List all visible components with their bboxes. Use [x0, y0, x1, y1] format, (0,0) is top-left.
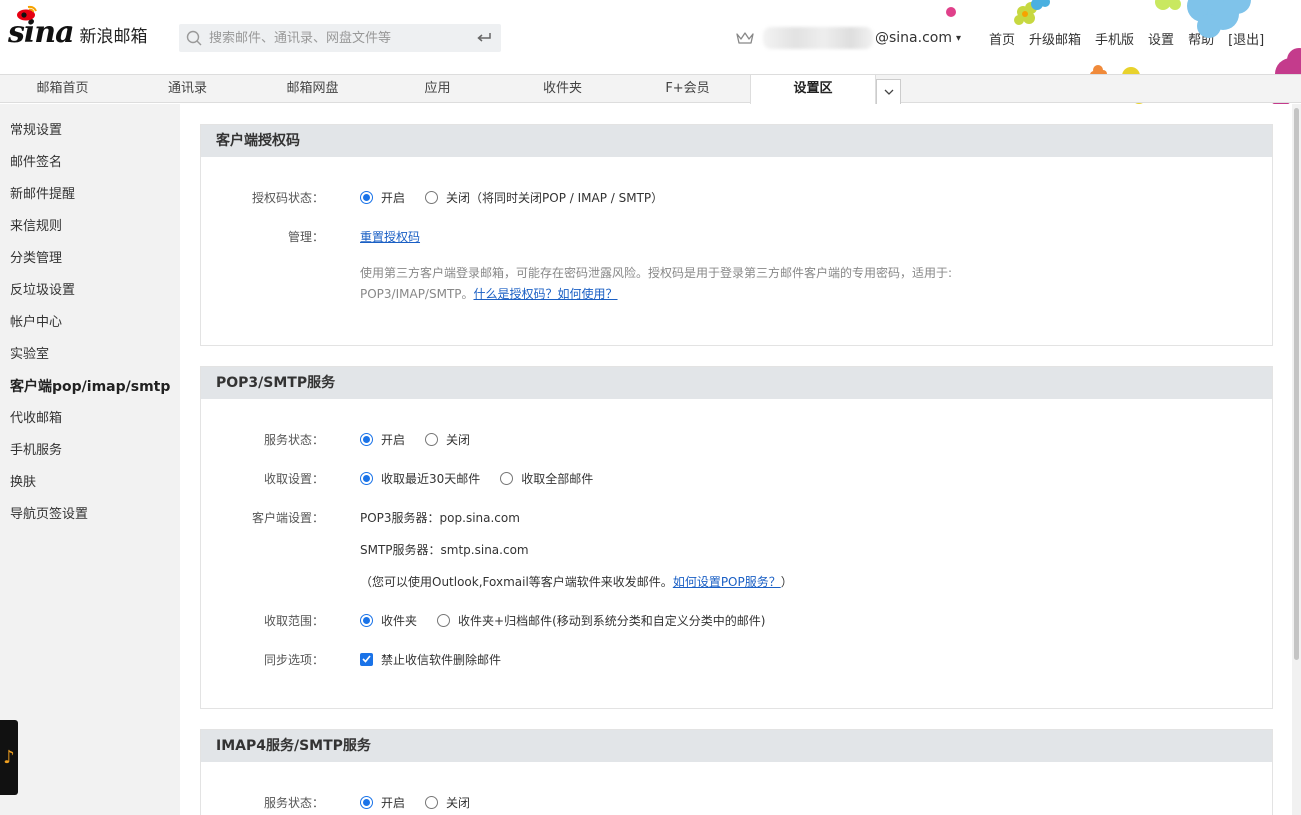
search-box[interactable]: [179, 24, 501, 52]
pop-service-label: 服务状态：: [263, 432, 324, 447]
link-settings[interactable]: 设置: [1148, 29, 1174, 48]
range-inbox-option[interactable]: 收件夹: [360, 612, 417, 629]
user-account[interactable]: @sina.com ▾: [735, 27, 961, 49]
imap-service-on-option[interactable]: 开启: [360, 794, 405, 811]
radio-off[interactable]: [425, 795, 439, 809]
tab-apps[interactable]: 应用: [375, 75, 500, 103]
imap-service-label: 服务状态：: [263, 795, 324, 810]
search-input[interactable]: [209, 24, 467, 52]
radio-on[interactable]: [360, 613, 373, 627]
section-title: IMAP4服务/SMTP服务: [201, 730, 1272, 762]
sina-logo[interactable]: sina 新浪邮箱: [8, 5, 148, 54]
sidebar-item-fetch-mailbox[interactable]: 代收邮箱: [0, 403, 180, 435]
tab-mail-home[interactable]: 邮箱首页: [0, 75, 125, 103]
scrollbar-thumb[interactable]: [1294, 108, 1299, 660]
link-logout[interactable]: [退出]: [1228, 29, 1264, 48]
tab-contacts[interactable]: 通讯录: [125, 75, 250, 103]
logo-wordmark: sina: [8, 5, 75, 50]
sidebar-item-general[interactable]: 常规设置: [0, 115, 180, 147]
sidebar-item-nav-tabs[interactable]: 导航页签设置: [0, 499, 180, 531]
reset-auth-code-link[interactable]: 重置授权码: [360, 228, 420, 245]
checkbox-checked[interactable]: [360, 652, 373, 666]
auth-note: 使用第三方客户端登录邮箱，可能存在密码泄露风险。授权码是用于登录第三方邮件客户端…: [360, 266, 953, 301]
smtp-server: SMTP服务器：smtp.sina.com: [360, 542, 529, 557]
enter-icon[interactable]: [467, 24, 501, 52]
header: sina 新浪邮箱 @sina.com ▾ 首页 升级邮箱 手机版 设置 帮助 …: [0, 0, 1301, 74]
check-icon: [362, 655, 371, 663]
sidebar-item-new-mail-alert[interactable]: 新邮件提醒: [0, 179, 180, 211]
sidebar-item-mobile-service[interactable]: 手机服务: [0, 435, 180, 467]
sidebar-item-client-pop-imap-smtp[interactable]: 客户端pop/imap/smtp: [0, 371, 180, 403]
main-nav: 邮箱首页 通讯录 邮箱网盘 应用 收件夹 F+会员 设置区: [0, 74, 1301, 104]
chevron-down-icon[interactable]: ▾: [956, 33, 961, 44]
tab-inbox[interactable]: 收件夹: [500, 75, 625, 103]
link-help[interactable]: 帮助: [1188, 29, 1214, 48]
radio-off[interactable]: [425, 432, 439, 446]
client-setting-label: 客户端设置：: [251, 510, 324, 525]
top-links: 首页 升级邮箱 手机版 设置 帮助 [退出]: [989, 29, 1278, 48]
crown-icon: [736, 32, 754, 44]
pop-service-off-option[interactable]: 关闭: [425, 431, 470, 448]
what-is-auth-code-link[interactable]: 什么是授权码？如何使用？: [474, 287, 618, 301]
sidebar-item-signature[interactable]: 邮件签名: [0, 147, 180, 179]
sidebar-item-rules[interactable]: 来信规则: [0, 211, 180, 243]
music-player-widget[interactable]: ♪: [0, 720, 18, 795]
user-email: @sina.com: [875, 30, 952, 46]
auth-status-off-option[interactable]: 关闭（将同时关闭POP / IMAP / SMTP）: [425, 189, 663, 206]
fetch-setting-label: 收取设置：: [263, 471, 324, 486]
radio-on[interactable]: [360, 795, 373, 809]
fetch-all-option[interactable]: 收取全部邮件: [500, 470, 593, 487]
sidebar-item-account[interactable]: 帐户中心: [0, 307, 180, 339]
fetch-recent-option[interactable]: 收取最近30天邮件: [360, 470, 480, 487]
section-auth-code: 客户端授权码 授权码状态： 开启 关闭（将同时关闭POP / IMAP / SM…: [200, 124, 1273, 346]
search-icon: [179, 24, 209, 52]
tab-fplus-vip[interactable]: F+会员: [625, 75, 750, 103]
client-note: （您可以使用Outlook,Foxmail等客户端软件来收发邮件。 如何设置POP…: [360, 573, 793, 590]
radio-off[interactable]: [437, 613, 451, 627]
imap-service-off-option[interactable]: 关闭: [425, 794, 470, 811]
settings-sidebar: 常规设置 邮件签名 新邮件提醒 来信规则 分类管理 反垃圾设置 帐户中心 实验室…: [0, 104, 180, 815]
pop-service-on-option[interactable]: 开启: [360, 431, 405, 448]
section-title: POP3/SMTP服务: [201, 367, 1272, 399]
sidebar-item-categories[interactable]: 分类管理: [0, 243, 180, 275]
settings-content: 客户端授权码 授权码状态： 开启 关闭（将同时关闭POP / IMAP / SM…: [180, 104, 1290, 815]
tab-more-button[interactable]: [876, 79, 901, 104]
fetch-range-label: 收取范围：: [263, 613, 324, 628]
sync-no-delete-option[interactable]: 禁止收信软件删除邮件: [360, 651, 501, 668]
product-name: 新浪邮箱: [79, 26, 148, 47]
section-title: 客户端授权码: [201, 125, 1272, 157]
sidebar-item-skin[interactable]: 换肤: [0, 467, 180, 499]
tab-netdisk[interactable]: 邮箱网盘: [250, 75, 375, 103]
manage-label: 管理：: [287, 229, 324, 244]
music-note-icon: ♪: [3, 747, 15, 768]
radio-on[interactable]: [360, 190, 373, 204]
chevron-down-icon: [884, 89, 893, 95]
auth-status-label: 授权码状态：: [251, 190, 324, 205]
section-imap4-smtp: IMAP4服务/SMTP服务 服务状态： 开启 关闭: [200, 729, 1273, 815]
how-to-setup-pop-link[interactable]: 如何设置POP服务？: [673, 573, 781, 590]
radio-on[interactable]: [360, 432, 373, 446]
link-mobile[interactable]: 手机版: [1095, 29, 1134, 48]
sync-option-label: 同步选项：: [263, 652, 324, 667]
range-archive-option[interactable]: 收件夹+归档邮件(移动到系统分类和自定义分类中的邮件): [437, 612, 765, 629]
sidebar-item-antispam[interactable]: 反垃圾设置: [0, 275, 180, 307]
content-scrollbar[interactable]: [1292, 104, 1301, 815]
tab-settings[interactable]: 设置区: [750, 75, 876, 104]
radio-off[interactable]: [500, 471, 514, 485]
radio-on[interactable]: [360, 471, 373, 485]
radio-off[interactable]: [425, 190, 439, 204]
logo-eye-icon: [17, 5, 37, 20]
sidebar-item-lab[interactable]: 实验室: [0, 339, 180, 371]
link-upgrade[interactable]: 升级邮箱: [1029, 29, 1081, 48]
link-home[interactable]: 首页: [989, 29, 1015, 48]
blurred-username: [763, 27, 873, 49]
pop3-server: POP3服务器：pop.sina.com: [360, 510, 520, 525]
auth-status-on-option[interactable]: 开启: [360, 189, 405, 206]
section-pop3-smtp: POP3/SMTP服务 服务状态： 开启 关闭 收取设置： 收取最近30天邮件 …: [200, 366, 1273, 709]
